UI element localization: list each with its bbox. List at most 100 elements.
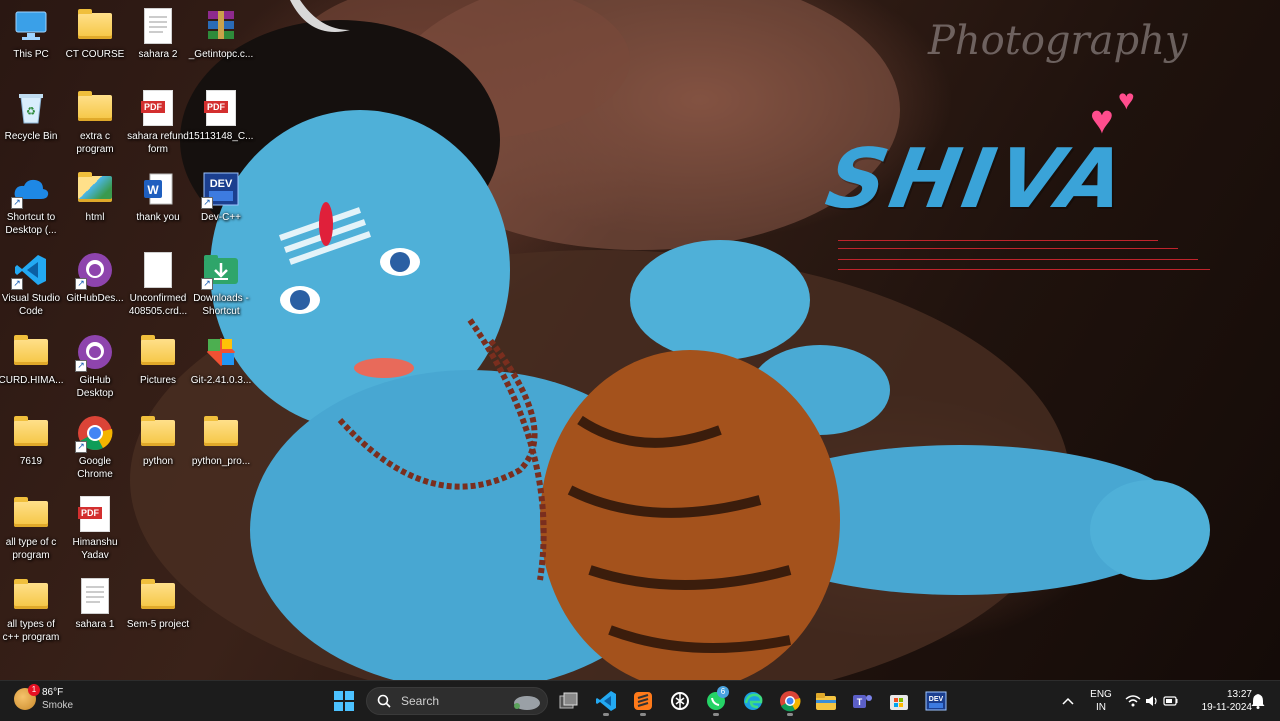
desktop-icon-thank-you[interactable]: W thank you <box>125 167 191 224</box>
taskbar-app-teams[interactable]: T <box>846 685 878 717</box>
desktop-icon-this-pc[interactable]: This PC <box>0 4 64 61</box>
svg-text:W: W <box>147 183 159 197</box>
taskbar-app-file-explorer[interactable] <box>810 685 842 717</box>
search-icon <box>377 694 391 708</box>
svg-text:T: T <box>857 697 863 707</box>
desktop-icon-unconfirmed[interactable]: Unconfirmed 408505.crd... <box>125 248 191 318</box>
desktop-icon-sahara-2[interactable]: sahara 2 <box>125 4 191 61</box>
desktop-icon-visual-studio-code[interactable]: ↗ Visual Studio Code <box>0 248 64 318</box>
taskbar: 1 86°F Smoke 6 T <box>0 680 1280 721</box>
pdf-icon: PDF <box>77 496 113 532</box>
recycle-bin-icon: ♻ <box>13 90 49 126</box>
sublime-text-icon <box>634 692 652 710</box>
search-input[interactable] <box>399 693 503 709</box>
dev-cpp-icon: DEV <box>925 691 947 711</box>
desktop-icon-sahara-1[interactable]: sahara 1 <box>62 574 128 631</box>
folder-icon <box>13 415 49 451</box>
taskbar-search[interactable] <box>366 687 548 715</box>
desktop-icon-downloads-shortcut[interactable]: ↗ Downloads - Shortcut <box>188 248 254 318</box>
desktop-icon-shortcut-to-desktop[interactable]: ↗ Shortcut to Desktop (... <box>0 167 64 237</box>
weather-widget[interactable]: 1 86°F Smoke <box>14 684 74 712</box>
desktop-icon-pictures[interactable]: Pictures <box>125 330 191 387</box>
folder-icon <box>77 8 113 44</box>
language-indicator[interactable]: ENG IN <box>1086 688 1116 714</box>
bell-icon <box>1251 694 1265 709</box>
this-pc-icon <box>13 8 49 44</box>
taskbar-app-dev-cpp[interactable]: DEV <box>920 685 952 717</box>
git-installer-icon <box>203 334 239 370</box>
search-highlight-icon <box>514 696 540 710</box>
task-view-button[interactable] <box>553 685 585 717</box>
notifications-button[interactable] <box>1246 685 1270 717</box>
desktop-icon-all-types-of-cpp-program[interactable]: all types of c++ program <box>0 574 64 644</box>
folder-icon <box>203 415 239 451</box>
desktop-icon-all-type-of-c-program[interactable]: all type of c program <box>0 492 64 562</box>
whatsapp-notification-badge: 6 <box>717 686 729 698</box>
desktop-icon-git-installer[interactable]: Git-2.41.0.3... <box>188 330 254 387</box>
decorative-line <box>838 259 1198 260</box>
svg-text:♻: ♻ <box>26 105 36 118</box>
show-hidden-icons-button[interactable] <box>1054 685 1082 717</box>
desktop-icon-getintopc[interactable]: _Getintopc.c... <box>188 4 254 61</box>
taskbar-app-edge[interactable] <box>737 685 769 717</box>
folder-icon <box>13 578 49 614</box>
folder-icon <box>140 415 176 451</box>
desktop-icon-15113148[interactable]: PDF 15113148_C... <box>188 86 254 143</box>
desktop-icon-sahara-refund-form[interactable]: PDF sahara refund form <box>125 86 191 156</box>
desktop-icon-grid: This PC CT COURSE sahara 2 _Getintopc.c.… <box>0 0 260 660</box>
taskbar-app-microsoft-store[interactable] <box>883 685 915 717</box>
folder-icon <box>13 334 49 370</box>
desktop-icon-sem-5-project[interactable]: Sem-5 project <box>125 574 191 631</box>
image-file-icon <box>77 578 113 614</box>
taskbar-app-chatgpt[interactable] <box>664 685 696 717</box>
blank-file-icon <box>140 252 176 288</box>
desktop-icon-ct-course[interactable]: CT COURSE <box>62 4 128 61</box>
image-file-icon <box>140 8 176 44</box>
pdf-icon: PDF <box>140 90 176 126</box>
folder-icon <box>77 90 113 126</box>
wifi-icon <box>1125 695 1141 707</box>
desktop-icon-google-chrome[interactable]: ↗ Google Chrome <box>62 411 128 481</box>
dev-cpp-icon: DEV ↗ <box>201 171 239 209</box>
taskbar-app-vscode[interactable] <box>590 685 622 717</box>
taskbar-app-chrome[interactable] <box>774 685 806 717</box>
chevron-up-icon <box>1062 697 1074 705</box>
desktop-icon-python-pro[interactable]: python_pro... <box>188 411 254 468</box>
taskbar-app-whatsapp[interactable]: 6 <box>700 685 732 717</box>
quick-settings-button[interactable] <box>1122 685 1182 717</box>
desktop-icon-github-desktop[interactable]: ↗ GitHub Desktop <box>62 330 128 400</box>
winrar-archive-icon <box>203 8 239 44</box>
desktop-icon-python[interactable]: python <box>125 411 191 468</box>
edge-icon <box>744 692 763 710</box>
system-clock[interactable]: 13:27 19-11-2024 <box>1186 688 1252 714</box>
folder-icon <box>13 496 49 532</box>
downloads-icon: ↗ <box>201 252 239 290</box>
desktop-icon-7619[interactable]: 7619 <box>0 411 64 468</box>
desktop[interactable]: Photography ♥ ♥ SHIVA This PC CT COURSE … <box>0 0 1280 680</box>
taskbar-app-sublime[interactable] <box>627 685 659 717</box>
clock-time: 13:27 <box>1226 689 1252 700</box>
desktop-icon-html[interactable]: html <box>62 167 128 224</box>
decorative-line <box>838 269 1210 270</box>
svg-text:DEV: DEV <box>210 178 233 190</box>
github-icon: ↗ <box>75 334 113 372</box>
volume-icon <box>1146 696 1157 706</box>
weather-badge: 1 <box>28 684 40 696</box>
decorative-line <box>838 240 1158 241</box>
desktop-icon-recycle-bin[interactable]: ♻ Recycle Bin <box>0 86 64 143</box>
chatgpt-icon <box>671 692 689 710</box>
start-button[interactable] <box>328 685 360 717</box>
desktop-icon-himanshu-yadav[interactable]: PDF Himanshu Yadav <box>62 492 128 562</box>
github-icon: ↗ <box>75 252 113 290</box>
chrome-icon <box>780 691 801 712</box>
folder-icon <box>77 171 113 207</box>
desktop-icon-githubdes[interactable]: ↗ GitHubDes... <box>62 248 128 305</box>
folder-icon <box>140 578 176 614</box>
heart-icon: ♥ <box>1118 84 1135 115</box>
desktop-icon-extra-c-program[interactable]: extra c program <box>62 86 128 156</box>
clock-date: 19-11-2024 <box>1201 702 1252 713</box>
desktop-icon-curd-hima[interactable]: CURD.HIMA... <box>0 330 64 387</box>
desktop-icon-dev-cpp[interactable]: DEV ↗ Dev-C++ <box>188 167 254 224</box>
weather-temperature: 86°F <box>42 687 64 698</box>
weather-condition: Smoke <box>42 700 74 711</box>
